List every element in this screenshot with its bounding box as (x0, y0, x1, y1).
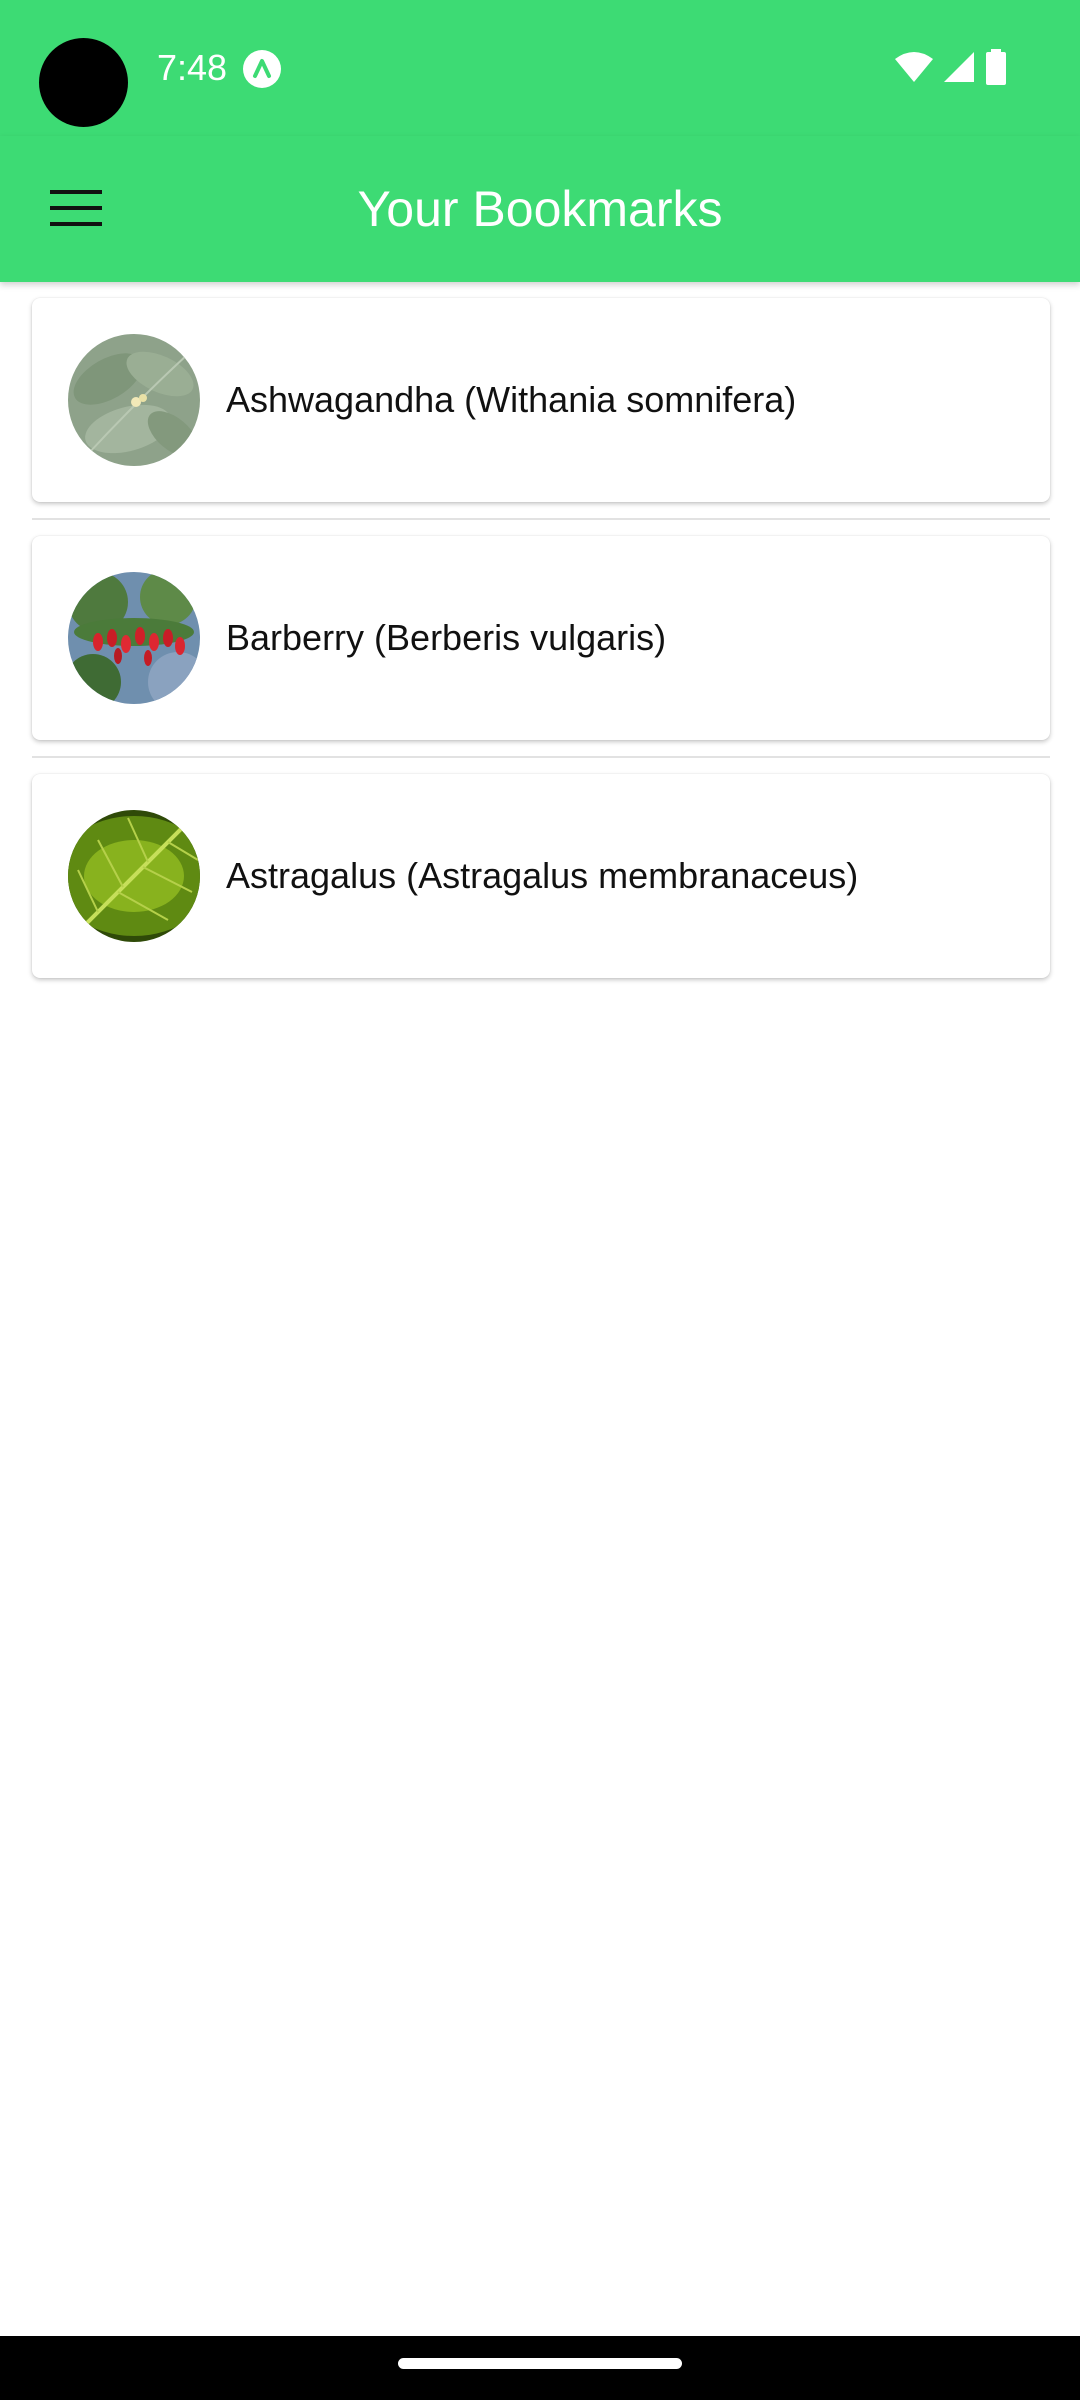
bookmark-card-ashwagandha[interactable]: Ashwagandha (Withania somnifera) (32, 298, 1050, 502)
bookmark-list: Ashwagandha (Withania somnifera) Barberr… (32, 298, 1050, 978)
bookmark-card-astragalus[interactable]: Astragalus (Astragalus membranaceus) (32, 774, 1050, 978)
bookmarks-screen: 7:48 Your Bookmarks Ashwagandha (Withani… (0, 0, 1080, 2400)
camera-cutout (39, 38, 128, 127)
status-icons (894, 48, 1008, 90)
status-bar: 7:48 (0, 0, 1080, 136)
menu-button[interactable] (34, 168, 118, 252)
wifi-icon (894, 51, 934, 88)
bookmark-title: Astragalus (Astragalus membranaceus) (226, 855, 859, 896)
bookmark-title: Ashwagandha (Withania somnifera) (226, 379, 797, 420)
battery-icon (984, 48, 1008, 90)
astragalus-thumbnail (68, 810, 200, 942)
cell-signal-icon (942, 51, 976, 88)
status-time: 7:48 (157, 47, 228, 88)
page-title: Your Bookmarks (357, 181, 723, 237)
bookmark-card-barberry[interactable]: Barberry (Berberis vulgaris) (32, 536, 1050, 740)
list-divider (32, 518, 1050, 520)
home-gesture-handle[interactable] (398, 2358, 682, 2369)
system-navigation-bar (0, 2336, 1080, 2400)
bookmark-title: Barberry (Berberis vulgaris) (226, 617, 667, 658)
app-notification-icon (243, 50, 281, 88)
hamburger-menu-icon (50, 189, 102, 231)
barberry-thumbnail (68, 572, 200, 704)
ashwagandha-thumbnail (68, 334, 200, 466)
list-divider (32, 756, 1050, 758)
app-bar: Your Bookmarks (0, 136, 1080, 282)
